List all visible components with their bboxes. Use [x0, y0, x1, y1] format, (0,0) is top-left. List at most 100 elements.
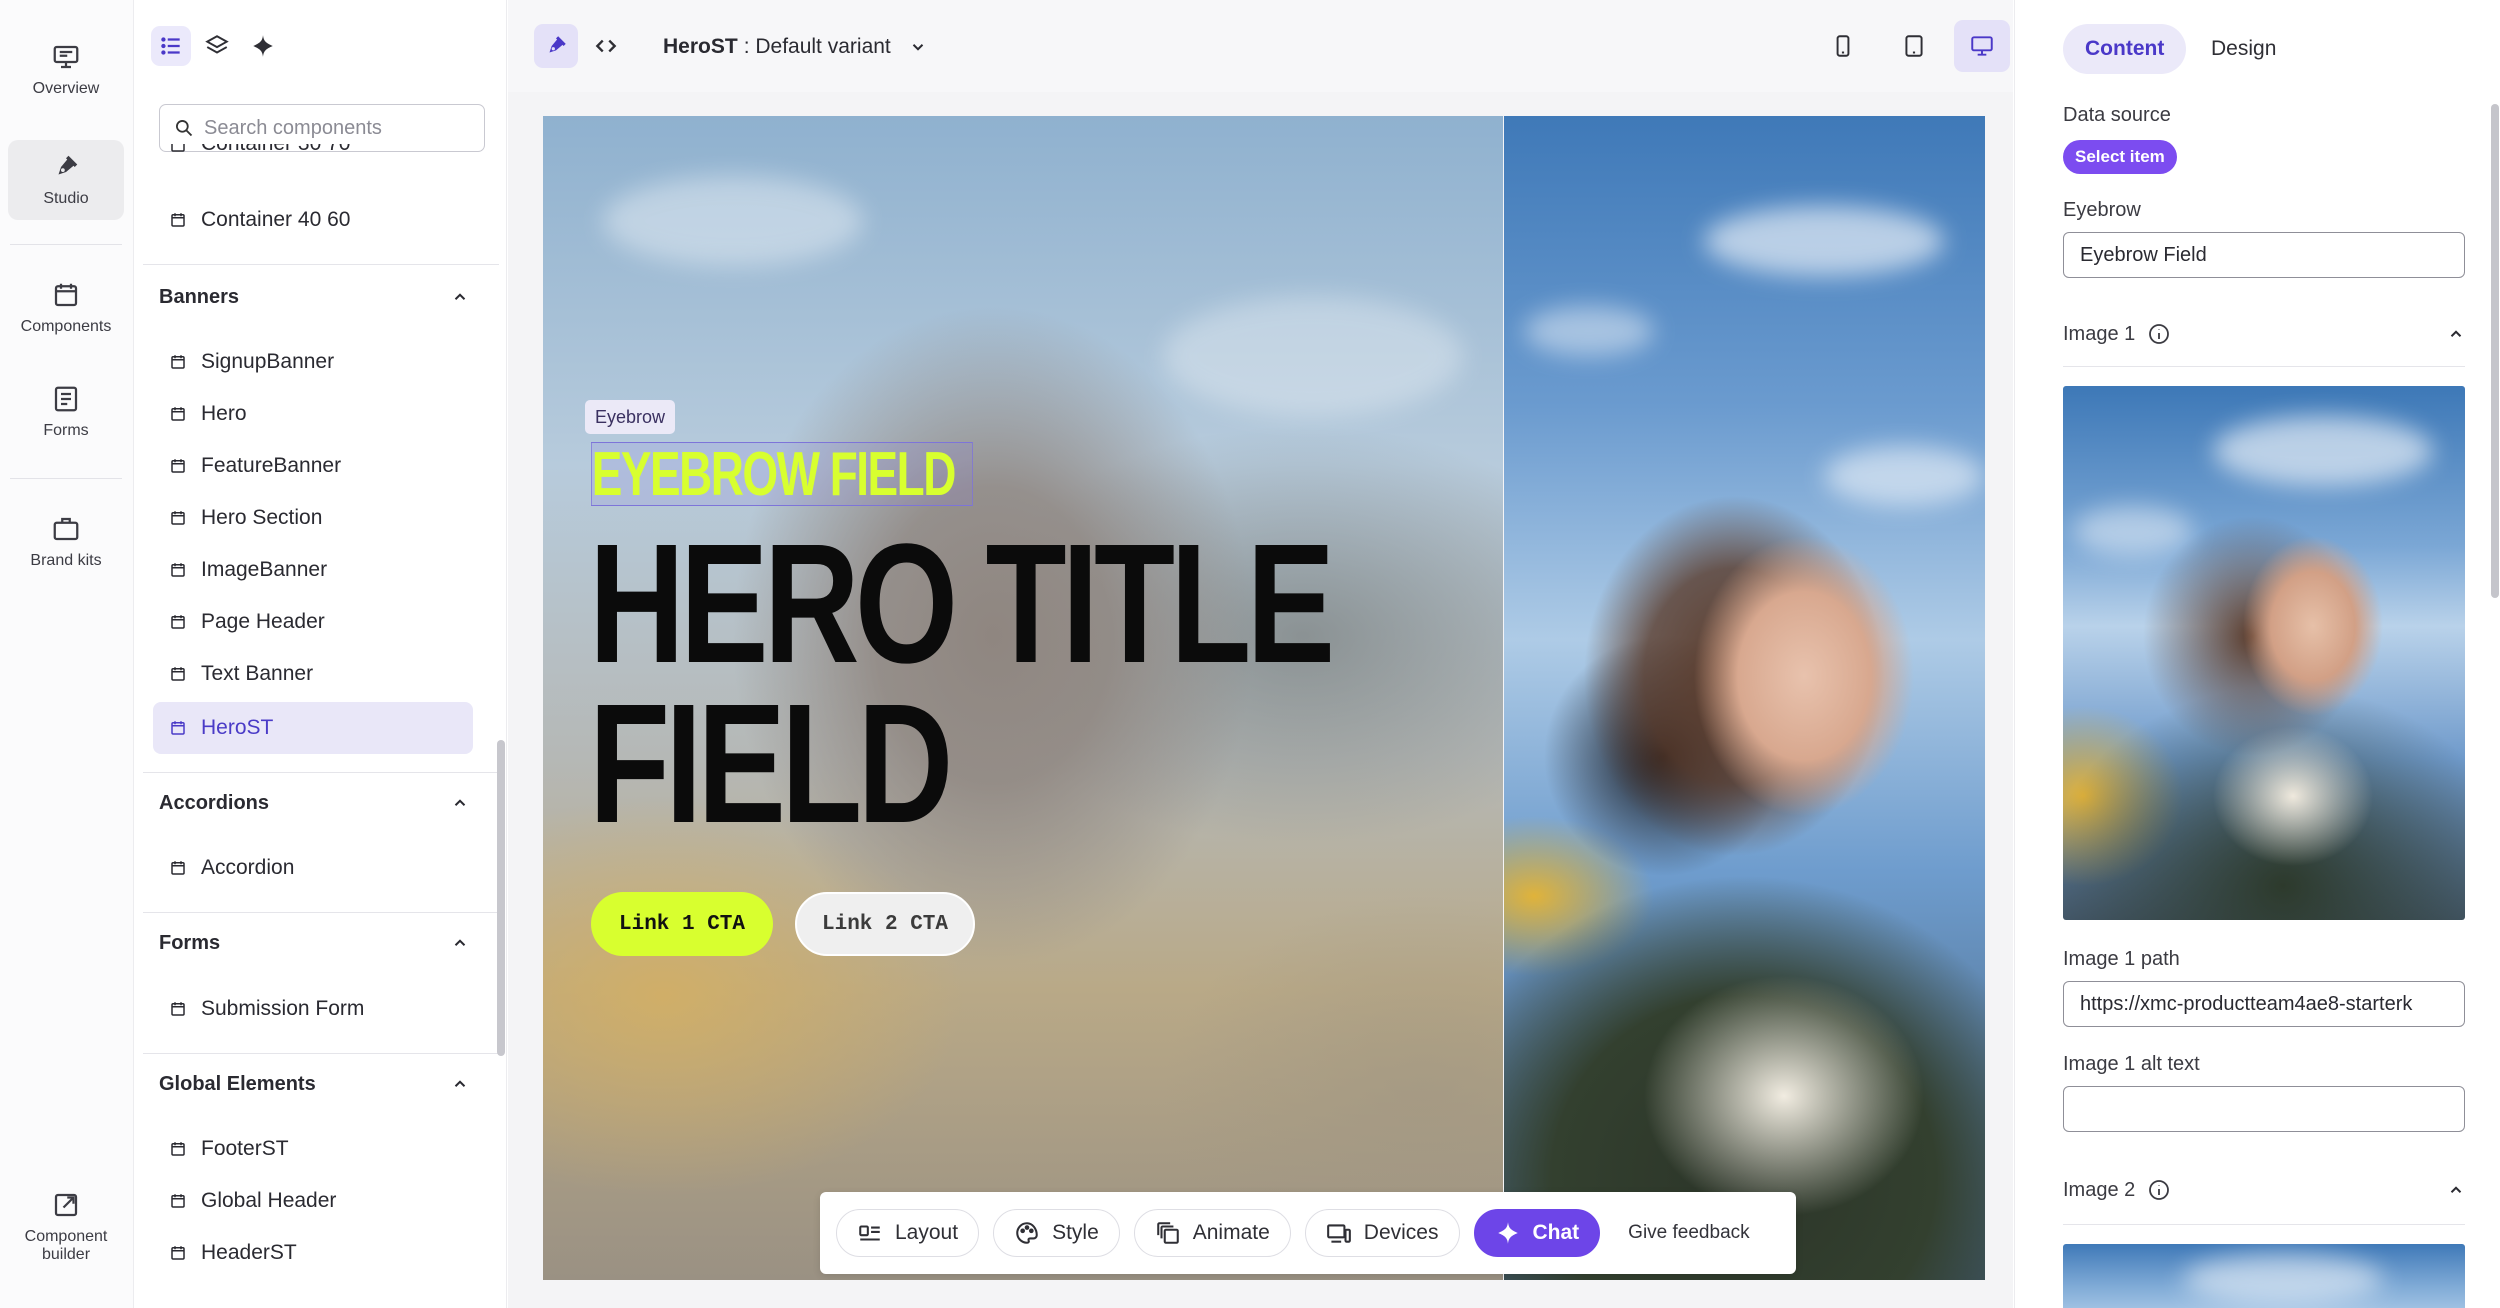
- component-icon: [171, 144, 185, 152]
- image-2-section-header[interactable]: Image 2: [2063, 1172, 2465, 1208]
- list-item[interactable]: ImageBanner: [153, 544, 473, 596]
- rail-component-builder[interactable]: Component builder: [8, 1180, 124, 1274]
- devices-button[interactable]: Devices: [1304, 1209, 1460, 1257]
- group-divider: [143, 912, 499, 913]
- group-accordions[interactable]: Accordions: [159, 783, 469, 823]
- list-item[interactable]: FooterST: [153, 1123, 473, 1175]
- properties-scrollbar[interactable]: [2491, 104, 2499, 598]
- sparkle-icon: [1497, 1222, 1518, 1244]
- link-2-cta-button[interactable]: Link 2 CTA: [795, 892, 975, 956]
- component-icon: [171, 407, 185, 421]
- list-item-selected[interactable]: HeroST: [153, 702, 473, 754]
- info-icon[interactable]: [2147, 1178, 2171, 1202]
- list-item-label: Text Banner: [201, 662, 314, 685]
- animate-button[interactable]: Animate: [1133, 1209, 1291, 1257]
- panel-scrollbar[interactable]: [497, 740, 505, 1056]
- device-mobile-button[interactable]: [1821, 24, 1865, 68]
- rail-label: Components: [20, 317, 112, 335]
- eyebrow-input[interactable]: [2063, 232, 2465, 278]
- layout-button[interactable]: Layout: [836, 1209, 980, 1257]
- search-input[interactable]: [204, 116, 474, 140]
- rail-components[interactable]: Components: [8, 268, 124, 348]
- edit-mode-button[interactable]: [534, 24, 578, 68]
- editor-toolbar: HeroST: Default variant: [508, 0, 2013, 92]
- rail-brand-kits[interactable]: Brand kits: [8, 502, 124, 582]
- tab-ai[interactable]: [243, 26, 283, 66]
- variant-suffix: : Default variant: [743, 35, 891, 58]
- code-view-button[interactable]: [584, 24, 628, 68]
- list-item[interactable]: Hero: [153, 388, 473, 440]
- eyebrow-field-tag: Eyebrow: [585, 400, 676, 434]
- tablet-icon: [1905, 35, 1923, 57]
- data-source-label: Data source: [2063, 104, 2171, 126]
- devices-label: Devices: [1363, 1221, 1439, 1244]
- image-1-path-label: Image 1 path: [2063, 948, 2180, 970]
- device-tablet-button[interactable]: [1892, 24, 1936, 68]
- hero-component-preview[interactable]: Eyebrow EYEBROW FIELD HERO TITLE FIELD L…: [543, 116, 1985, 1280]
- list-item[interactable]: Page Header: [153, 596, 473, 648]
- list-item-label: Container 40 60: [201, 208, 351, 231]
- link-1-cta-button[interactable]: Link 1 CTA: [591, 892, 773, 956]
- list-item-label: HeroST: [201, 716, 274, 739]
- list-item[interactable]: Text Banner: [153, 648, 473, 700]
- animate-label: Animate: [1192, 1221, 1270, 1244]
- image-1-section-header[interactable]: Image 1: [2063, 316, 2465, 352]
- image-1-preview[interactable]: [2063, 386, 2465, 920]
- hero-title-line: HERO TITLE: [589, 509, 1335, 699]
- tab-components-list[interactable]: [151, 26, 191, 66]
- group-global-elements[interactable]: Global Elements: [159, 1064, 469, 1104]
- hero-title[interactable]: HERO TITLE FIELD: [589, 509, 1353, 859]
- rail-forms[interactable]: Forms: [8, 372, 124, 452]
- eyebrow-text[interactable]: EYEBROW FIELD: [591, 442, 973, 507]
- rail-label: Studio: [43, 189, 89, 207]
- list-item[interactable]: Accordion: [153, 842, 473, 894]
- list-item-label: Global Header: [201, 1189, 337, 1212]
- give-feedback-button[interactable]: Give feedback: [1614, 1209, 1763, 1257]
- tab-content[interactable]: Content: [2063, 24, 2187, 74]
- style-button[interactable]: Style: [993, 1209, 1120, 1257]
- group-divider: [143, 1053, 499, 1054]
- rail-studio[interactable]: Studio: [8, 140, 124, 220]
- components-panel: Container 30 70 Container 40 60 Banners …: [135, 0, 507, 1308]
- image-1-path-input[interactable]: [2063, 981, 2465, 1027]
- group-divider: [143, 772, 499, 773]
- image-1-alt-input[interactable]: [2063, 1086, 2465, 1132]
- info-icon[interactable]: [2147, 322, 2171, 346]
- list-item[interactable]: SignupBanner: [153, 336, 473, 388]
- list-item[interactable]: Hero Section: [153, 492, 473, 544]
- rail-overview[interactable]: Overview: [8, 30, 124, 110]
- search-icon: [176, 120, 193, 137]
- calendar-box-icon: [54, 283, 78, 306]
- list-item[interactable]: FeatureBanner: [153, 440, 473, 492]
- chevron-down-icon: [912, 44, 923, 51]
- group-divider: [143, 264, 499, 265]
- chat-button[interactable]: Chat: [1473, 1209, 1601, 1257]
- tab-layers[interactable]: [197, 26, 237, 66]
- group-forms[interactable]: Forms: [159, 923, 469, 963]
- group-title: Accordions: [159, 791, 270, 814]
- list-item[interactable]: Submission Form: [153, 983, 473, 1035]
- chevron-up-icon: [454, 293, 466, 300]
- group-banners[interactable]: Banners: [159, 277, 469, 317]
- component-icon: [171, 667, 185, 681]
- device-desktop-button[interactable]: [1954, 20, 2010, 72]
- list-item-label: Page Header: [201, 610, 325, 633]
- list-item-label: ImageBanner: [201, 558, 328, 581]
- eyebrow-label: Eyebrow: [2063, 199, 2141, 221]
- list-item[interactable]: HeaderST: [153, 1227, 473, 1279]
- image-1-label: Image 1: [2063, 322, 2136, 345]
- hero-title-line: FIELD: [589, 669, 953, 859]
- select-item-button[interactable]: Select item: [2063, 140, 2177, 174]
- variant-selector[interactable]: HeroST: Default variant: [663, 22, 1023, 72]
- left-rail: Overview Studio Components Forms Brand k…: [0, 0, 134, 1308]
- image-2-preview[interactable]: [2063, 1244, 2465, 1308]
- list-item[interactable]: Global Header: [153, 1175, 473, 1227]
- palette-icon: [1016, 1222, 1038, 1244]
- tab-design[interactable]: Design: [2189, 24, 2298, 74]
- list-item-label: Hero: [201, 402, 247, 425]
- rail-label: Forms: [43, 421, 89, 439]
- list-item[interactable]: Container 40 60: [153, 194, 473, 246]
- rail-label: Component builder: [24, 1227, 108, 1263]
- list-item[interactable]: Container 30 70: [153, 144, 473, 174]
- group-title: Banners: [159, 285, 240, 308]
